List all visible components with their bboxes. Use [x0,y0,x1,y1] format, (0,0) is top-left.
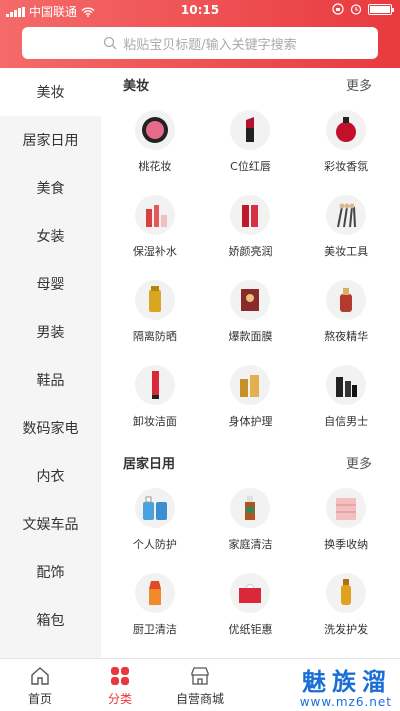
subcategory-item[interactable]: 身体护理 [203,355,299,440]
subcategory-label: 身体护理 [228,415,273,428]
alarm-icon [350,4,362,15]
perfume-icon [326,110,367,150]
sidebar-item[interactable]: 美妆 [0,68,101,116]
lipstick-icon [230,110,271,150]
subcategory-label: 厨卫清洁 [132,623,177,636]
sidebar-item[interactable]: 鞋品 [0,356,101,404]
subcategory-label: 洗发护发 [324,623,369,636]
tissue-box-icon [230,573,271,613]
store-icon [191,666,209,685]
section-title: 居家日用 [123,456,176,472]
section-title: 美妆 [123,78,150,94]
subcategory-item[interactable]: 桃花妆 [107,100,203,185]
category-sidebar: 美妆 居家日用 美食 女装 母婴 男装 鞋品 数码家电 内衣 文娱车品 配饰 箱包 [0,68,101,658]
tab-category[interactable]: 分类 [80,659,160,711]
sidebar-item[interactable]: 配饰 [0,548,101,596]
subcategory-label: 熬夜精华 [324,330,369,343]
category-content: 美妆 更多 桃花妆 C位红唇 彩妆香氛 保湿补水 娇颜亮润 美妆工具 隔离防晒 爆款面膜 熬夜精华卸… [101,68,400,658]
subcategory-item[interactable]: 个人防护 [107,478,203,563]
more-link[interactable]: 更多 [346,75,372,94]
sidebar-item[interactable]: 男装 [0,308,101,356]
sunscreen-icon [134,280,175,320]
sidebar-item[interactable]: 女装 [0,212,101,260]
section-header: 居家日用 更多 [101,446,400,478]
blush-compact-icon [134,110,175,150]
subcategory-label: 保湿补水 [132,245,177,258]
watermark-text: 魅族溜 [302,668,392,696]
subcategory-item[interactable]: 娇颜亮润 [203,185,299,270]
sidebar-item[interactable]: 居家日用 [0,116,101,164]
subcategory-item[interactable]: 保湿补水 [107,185,203,270]
subcategory-item[interactable]: 隔离防晒 [107,270,203,355]
category-grid-icon [111,666,129,685]
sidebar-item[interactable]: 美食 [0,164,101,212]
subcategory-label: 卸妆洁面 [132,415,177,428]
subcategory-item[interactable]: 美妆工具 [298,185,394,270]
subcategory-label: C位红唇 [230,160,271,173]
subcategory-label: 个人防护 [132,538,177,551]
search-input[interactable]: 粘贴宝贝标题/输入关键字搜索 [22,27,378,59]
subcategory-item[interactable]: 优纸钜惠 [203,563,299,648]
subcategory-label: 彩妆香氛 [324,160,369,173]
essence-bottle-icon [326,280,367,320]
home-icon [31,666,49,685]
makeup-brushes-icon [326,195,367,235]
more-link[interactable]: 更多 [346,453,372,472]
search-placeholder: 粘贴宝贝标题/输入关键字搜索 [123,37,297,53]
tab-category-label: 分类 [107,691,132,706]
subcategory-item[interactable]: 家庭清洁 [203,478,299,563]
subcategory-grid: 桃花妆 C位红唇 彩妆香氛保湿补水 娇颜亮润 美妆工具隔离防晒 爆款面膜 熬夜精华卸妆洁面 身… [101,100,400,440]
subcategory-label: 优纸钜惠 [228,623,273,636]
subcategory-item[interactable]: C位红唇 [203,100,299,185]
face-mask-icon [230,280,271,320]
status-bar: 中国联通 10:15 [0,0,400,22]
subcategory-item[interactable]: 自信男士 [298,355,394,440]
subcategory-item[interactable]: 换季收纳 [298,478,394,563]
subcategory-label: 换季收纳 [324,538,369,551]
sidebar-item[interactable]: 母婴 [0,260,101,308]
cleanser-tube-icon [134,365,175,405]
subcategory-label: 美妆工具 [324,245,369,258]
subcategory-label: 娇颜亮润 [228,245,273,258]
subcategory-label: 自信男士 [324,415,369,428]
storage-drawer-icon [326,488,367,528]
subcategory-item[interactable]: 彩妆香氛 [298,100,394,185]
subcategory-item[interactable]: 洗发护发 [298,563,394,648]
skincare-bottles-icon [134,195,175,235]
tab-home[interactable]: 首页 [0,659,80,711]
shampoo-bottle-icon [326,573,367,613]
subcategory-item[interactable]: 熬夜精华 [298,270,394,355]
subcategory-grid: 个人防护 家庭清洁 换季收纳厨卫清洁 优纸钜惠 洗发护发 [101,478,400,648]
search-icon [104,36,117,50]
tab-store-label: 自营商城 [175,691,224,706]
rotation-lock-icon [332,3,344,15]
sidebar-item[interactable]: 箱包 [0,596,101,644]
subcategory-label: 隔离防晒 [132,330,177,343]
section-header: 美妆 更多 [101,68,400,100]
tab-store[interactable]: 自营商城 [160,659,240,711]
sidebar-item[interactable]: 内衣 [0,452,101,500]
serum-bottles-icon [230,195,271,235]
hand-sanitizer-icon [134,488,175,528]
watermark-url: www.mz6.net [299,695,392,709]
mens-care-icon [326,365,367,405]
body-lotion-icon [230,365,271,405]
subcategory-label: 家庭清洁 [228,538,273,551]
subcategory-item[interactable]: 厨卫清洁 [107,563,203,648]
battery-icon [368,3,394,15]
subcategory-label: 桃花妆 [138,160,172,173]
tab-home-label: 首页 [27,691,52,706]
sidebar-item[interactable]: 文娱车品 [0,500,101,548]
subcategory-item[interactable]: 卸妆洁面 [107,355,203,440]
watermark: 魅族溜 www.mz6.net [300,662,392,709]
subcategory-label: 爆款面膜 [228,330,273,343]
cleaner-spray-icon [134,573,175,613]
subcategory-item[interactable]: 爆款面膜 [203,270,299,355]
disinfectant-bottle-icon [230,488,271,528]
sidebar-item[interactable]: 数码家电 [0,404,101,452]
